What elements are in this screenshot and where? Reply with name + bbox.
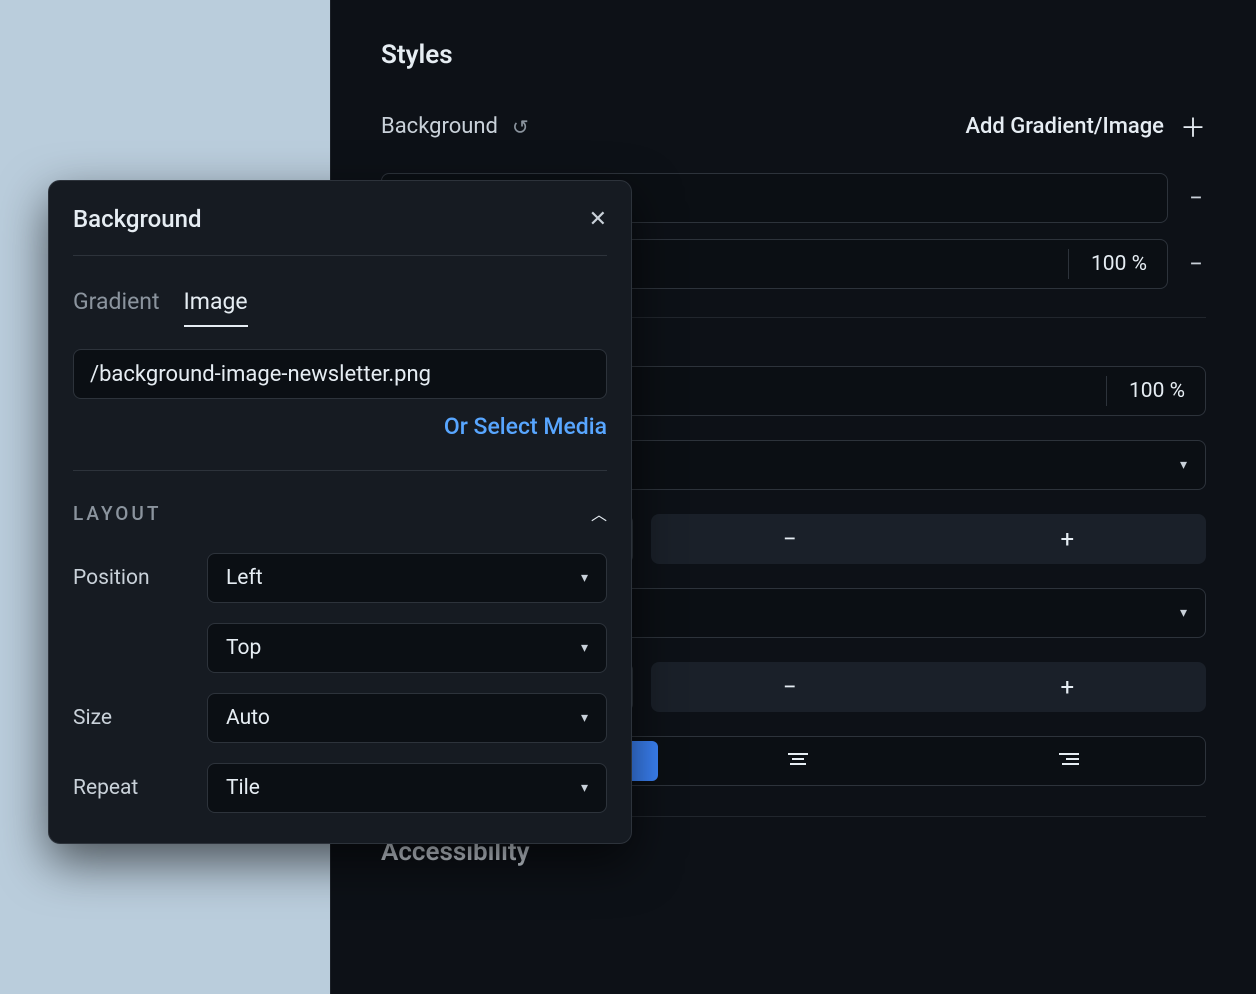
chevron-down-icon: ▾ (581, 780, 588, 796)
tab-gradient[interactable]: Gradient (73, 288, 160, 327)
remove-layer-button[interactable]: − (1186, 250, 1206, 278)
popover-title: Background (73, 205, 202, 233)
close-icon[interactable]: ✕ (589, 207, 607, 232)
align-center-button[interactable] (662, 737, 934, 785)
align-right-button[interactable] (933, 737, 1205, 785)
image-url-input[interactable]: /background-image-newsletter.png (73, 349, 607, 399)
stepper-increment[interactable]: + (929, 673, 1207, 701)
chevron-down-icon: ▾ (581, 570, 588, 586)
size-label: Size (73, 706, 207, 730)
position-label: Position (73, 566, 207, 590)
reset-icon[interactable]: ↺ (512, 115, 529, 139)
size-select[interactable]: Auto ▾ (207, 693, 607, 743)
line-height-stepper: − + (651, 662, 1206, 712)
styles-heading: Styles (381, 40, 1206, 70)
font-size-stepper: − + (651, 514, 1206, 564)
position-x-select[interactable]: Left ▾ (207, 553, 607, 603)
divider (73, 470, 607, 471)
stepper-decrement[interactable]: − (651, 673, 929, 701)
color-opacity[interactable]: 100 % (1123, 379, 1191, 403)
tab-image[interactable]: Image (184, 288, 248, 327)
background-type-tabs: Gradient Image (73, 288, 607, 327)
select-value: Top (226, 636, 261, 660)
position-y-select[interactable]: Top ▾ (207, 623, 607, 673)
plus-icon[interactable]: ＋ (1180, 108, 1206, 145)
stepper-increment[interactable]: + (929, 525, 1207, 553)
chevron-down-icon: ▾ (1180, 457, 1187, 473)
divider (1106, 376, 1107, 406)
align-right-icon (1059, 753, 1079, 769)
stepper-decrement[interactable]: − (651, 525, 929, 553)
repeat-select[interactable]: Tile ▾ (207, 763, 607, 813)
background-label: Background (381, 114, 498, 139)
chevron-down-icon: ▾ (581, 710, 588, 726)
repeat-label: Repeat (73, 776, 207, 800)
layout-section-toggle[interactable]: LAYOUT ︿ (73, 501, 607, 525)
chevron-up-icon: ︿ (591, 501, 607, 525)
select-value: Tile (226, 776, 260, 800)
layer-opacity[interactable]: 100 % (1085, 252, 1153, 276)
select-media-link[interactable]: Or Select Media (73, 413, 607, 440)
divider (1068, 249, 1069, 279)
background-header-row: Background ↺ Add Gradient/Image ＋ (381, 108, 1206, 145)
remove-layer-button[interactable]: − (1186, 184, 1206, 212)
add-gradient-image-link[interactable]: Add Gradient/Image (965, 114, 1164, 139)
select-value: Auto (226, 706, 270, 730)
align-center-icon (788, 753, 808, 769)
layout-label: LAYOUT (73, 502, 161, 525)
chevron-down-icon: ▾ (581, 640, 588, 656)
image-url-value: /background-image-newsletter.png (90, 362, 431, 387)
background-popover: Background ✕ Gradient Image /background-… (48, 180, 632, 844)
chevron-down-icon: ▾ (1180, 605, 1187, 621)
select-value: Left (226, 566, 263, 590)
